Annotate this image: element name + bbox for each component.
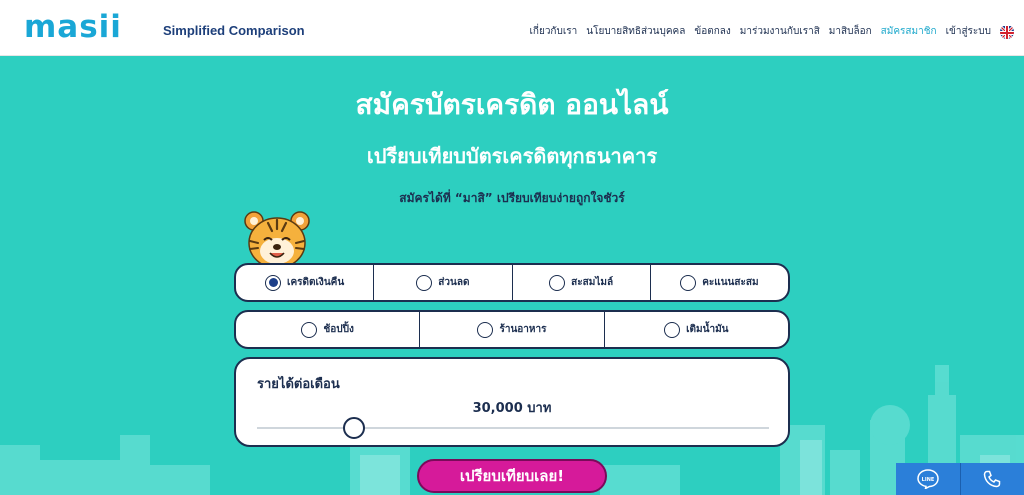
nav-terms[interactable]: ข้อตกลง bbox=[694, 24, 730, 39]
radio-points[interactable] bbox=[680, 274, 697, 291]
option-fuel[interactable]: เติมน้ำมัน bbox=[605, 312, 788, 347]
option-discount[interactable]: ส่วนลด bbox=[374, 265, 513, 300]
compare-now-button[interactable]: เปรียบเทียบเลย! bbox=[417, 459, 607, 493]
line-contact-button[interactable]: LINE bbox=[896, 463, 961, 495]
nav-about[interactable]: เกี่ยวกับเรา bbox=[529, 24, 577, 39]
income-value: 30,000 บาท bbox=[472, 401, 552, 416]
option-shopping-label: ช้อปปิ้ง bbox=[323, 324, 354, 335]
option-fuel-label: เติมน้ำมัน bbox=[686, 324, 729, 335]
nav-careers[interactable]: มาร่วมงานกับเราสิ bbox=[740, 24, 820, 39]
phone-icon bbox=[983, 470, 1001, 488]
option-cashback-label: เครดิตเงินคืน bbox=[287, 277, 345, 288]
hero-subtitle: เปรียบเทียบบัตรเครดิตทุกธนาคาร bbox=[366, 144, 658, 168]
income-slider-track[interactable] bbox=[257, 427, 769, 429]
nav-login[interactable]: เข้าสู่ระบบ bbox=[946, 24, 991, 39]
nav-blog[interactable]: มาสิบล็อก bbox=[829, 24, 872, 39]
radio-restaurant[interactable] bbox=[477, 321, 494, 338]
option-discount-label: ส่วนลด bbox=[438, 277, 470, 288]
radio-miles[interactable] bbox=[549, 274, 566, 291]
phone-contact-button[interactable] bbox=[960, 463, 1024, 495]
income-label: รายได้ต่อเดือน bbox=[257, 377, 340, 392]
radio-shopping[interactable] bbox=[301, 321, 318, 338]
radio-discount[interactable] bbox=[416, 274, 433, 291]
monthly-income-panel: รายได้ต่อเดือน 30,000 บาท bbox=[234, 357, 790, 447]
card-type-options-row1: เครดิตเงินคืน ส่วนลด สะสมไมล์ คะแนนสะสม bbox=[234, 263, 790, 302]
card-type-options-row2: ช้อปปิ้ง ร้านอาหาร เติมน้ำมัน bbox=[234, 310, 790, 349]
hero-tagline: สมัครได้ที่ “มาสิ” เปรียบเทียบง่ายถูกใจช… bbox=[399, 191, 625, 205]
radio-cashback[interactable] bbox=[265, 274, 282, 291]
option-restaurant-label: ร้านอาหาร bbox=[499, 324, 547, 335]
nav-privacy-policy[interactable]: นโยบายสิทธิส่วนบุคคล bbox=[586, 24, 685, 39]
option-restaurant[interactable]: ร้านอาหาร bbox=[420, 312, 605, 347]
top-header: masii Simplified Comparison เกี่ยวกับเรา… bbox=[0, 0, 1024, 56]
option-miles[interactable]: สะสมไมล์ bbox=[513, 265, 651, 300]
nav-register[interactable]: สมัครสมาชิก bbox=[881, 24, 937, 39]
option-points[interactable]: คะแนนสะสม bbox=[651, 265, 788, 300]
income-slider-thumb[interactable] bbox=[343, 417, 366, 439]
hero-title: สมัครบัตรเครดิต ออนไลน์ bbox=[355, 88, 669, 121]
line-icon: LINE bbox=[916, 469, 939, 489]
main-nav: เกี่ยวกับเรา นโยบายสิทธิส่วนบุคคล ข้อตกล… bbox=[529, 24, 1014, 39]
option-shopping[interactable]: ช้อปปิ้ง bbox=[236, 312, 421, 347]
option-miles-label: สะสมไมล์ bbox=[571, 277, 614, 288]
logo-tagline: Simplified Comparison bbox=[163, 23, 305, 38]
radio-fuel[interactable] bbox=[664, 321, 681, 338]
svg-text:LINE: LINE bbox=[921, 477, 934, 483]
floating-contact-bar: LINE bbox=[896, 463, 1024, 495]
uk-flag-icon[interactable] bbox=[1000, 24, 1014, 39]
option-cashback[interactable]: เครดิตเงินคืน bbox=[236, 265, 375, 300]
option-points-label: คะแนนสะสม bbox=[702, 277, 759, 288]
masii-logo[interactable]: masii bbox=[24, 9, 122, 45]
